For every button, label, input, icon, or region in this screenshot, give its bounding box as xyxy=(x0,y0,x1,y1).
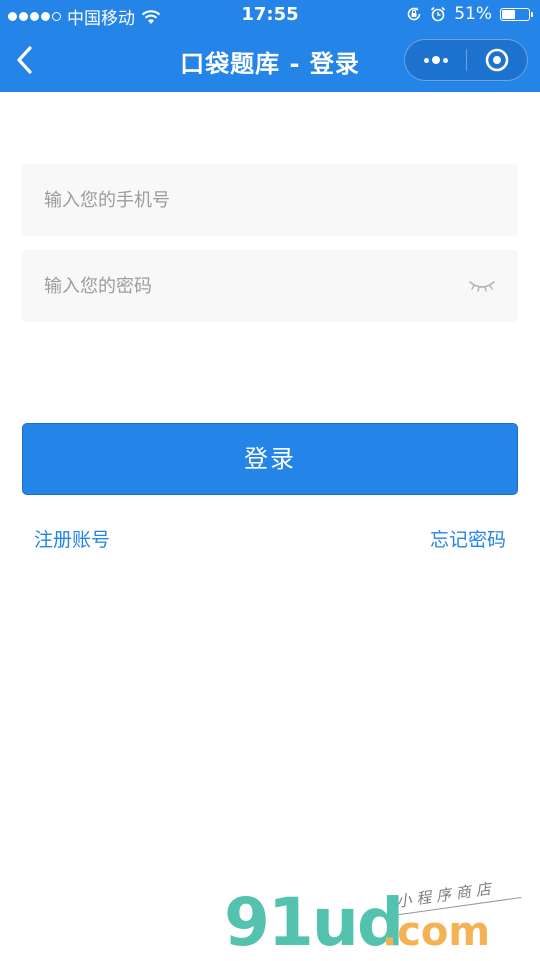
nav-bar: 口袋题库 - 登录 xyxy=(0,30,540,92)
battery-tip xyxy=(531,11,533,17)
close-button[interactable] xyxy=(466,40,527,80)
battery-fill xyxy=(502,9,515,19)
more-button[interactable] xyxy=(405,40,466,80)
battery-percent: 51% xyxy=(454,4,492,24)
forgot-password-link[interactable]: 忘记密码 xyxy=(430,525,506,552)
eye-closed-icon xyxy=(469,281,495,292)
register-link[interactable]: 注册账号 xyxy=(34,525,110,552)
status-bar: 中国移动 17:55 51% xyxy=(0,0,540,30)
more-dots-icon xyxy=(431,56,440,64)
phone-input[interactable] xyxy=(22,164,518,236)
rotation-lock-icon xyxy=(407,7,421,21)
mini-program-capsule xyxy=(404,39,528,81)
phone-field-container xyxy=(22,164,518,236)
target-close-icon xyxy=(485,48,508,72)
more-dots-icon xyxy=(442,57,448,63)
battery-icon xyxy=(500,7,533,21)
alarm-icon xyxy=(431,6,446,22)
watermark-logo: 91ud xyxy=(224,884,404,961)
more-dots-icon xyxy=(423,57,429,63)
login-button[interactable]: 登录 xyxy=(22,423,518,495)
watermark: 小程序商店 91ud .com xyxy=(224,879,524,961)
password-input[interactable] xyxy=(22,250,518,322)
status-right: 51% xyxy=(406,4,533,24)
watermark-domain: .com xyxy=(382,909,491,955)
toggle-password-visibility[interactable] xyxy=(468,274,496,298)
password-field-container xyxy=(22,250,518,322)
